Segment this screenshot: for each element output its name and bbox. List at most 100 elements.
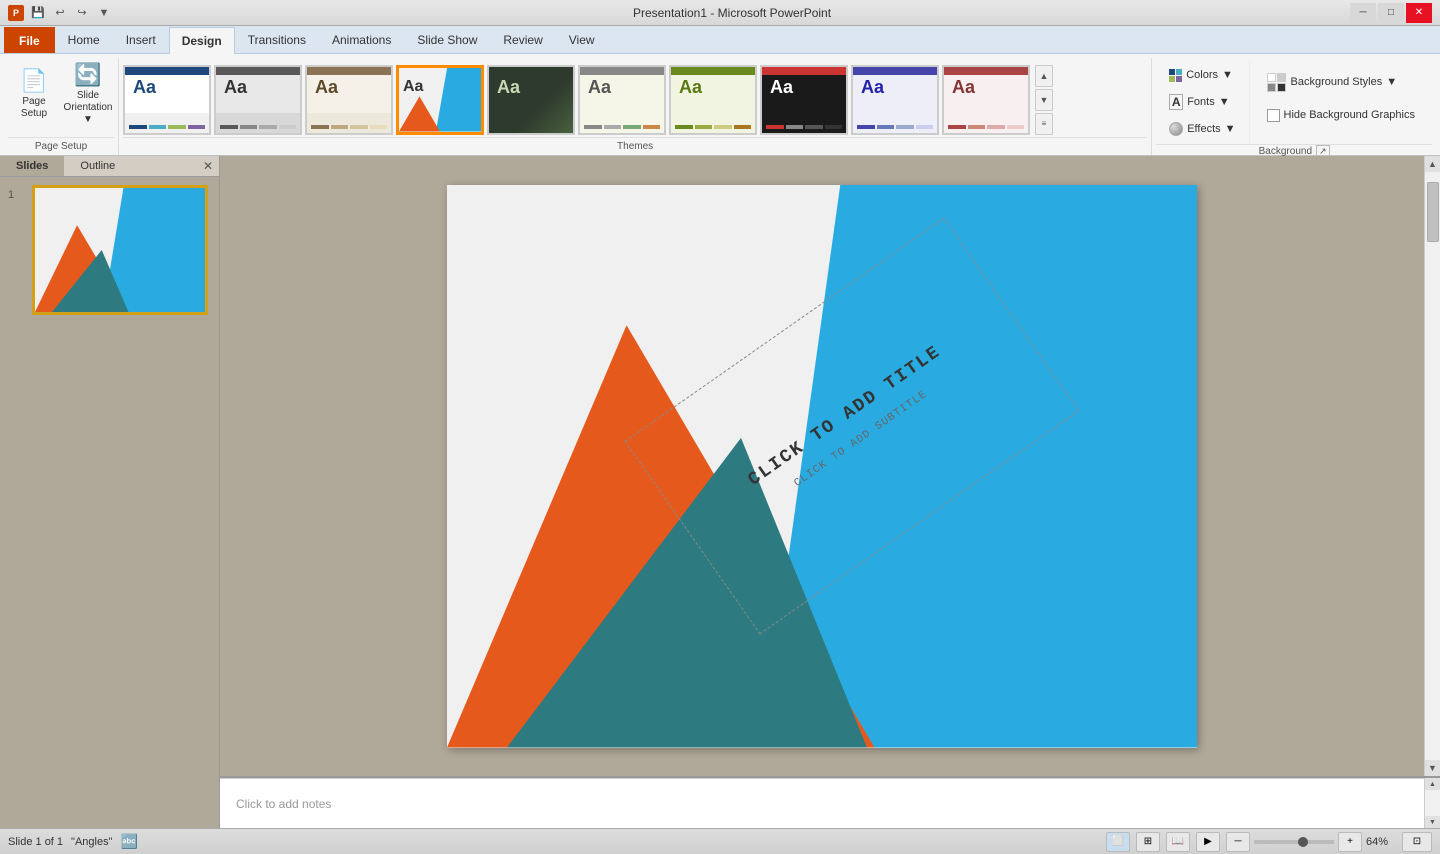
notes-container: Click to add notes ▲ ▼ <box>220 776 1440 828</box>
bg-styles-label: Background Styles <box>1291 76 1383 88</box>
window-controls: ─ □ ✕ <box>1350 3 1432 23</box>
notes-area[interactable]: Click to add notes <box>220 778 1424 828</box>
themes-group-label: Themes <box>123 137 1147 155</box>
scroll-down-button[interactable]: ▼ <box>1425 760 1440 776</box>
page-setup-button[interactable]: 📄 PageSetup <box>8 62 60 126</box>
tab-slides[interactable]: Slides <box>0 156 64 176</box>
ribbon-tabs: File Home Insert Design Transitions Anim… <box>0 26 1440 54</box>
zoom-slider[interactable] <box>1254 840 1334 844</box>
theme-item-9[interactable]: Aa <box>851 65 939 135</box>
bg-styles-dropdown-icon: ▼ <box>1386 76 1397 88</box>
slide-number-1: 1 <box>8 185 24 201</box>
theme-item-office[interactable]: Aa <box>123 65 211 135</box>
theme-item-8[interactable]: Aa <box>760 65 848 135</box>
page-setup-label: PageSetup <box>21 96 47 120</box>
app-icon: P <box>8 5 24 21</box>
theme-item-10[interactable]: Aa <box>942 65 1030 135</box>
tab-animations[interactable]: Animations <box>319 27 404 53</box>
slide-thumbnail-1[interactable] <box>32 185 208 315</box>
bg-styles-icon <box>1267 73 1287 92</box>
themes-more[interactable]: ≡ <box>1035 113 1053 135</box>
notes-scrollbar: ▲ ▼ <box>1424 778 1440 828</box>
slide-sorter-button[interactable]: ⊞ <box>1136 832 1160 852</box>
tab-view[interactable]: View <box>556 27 608 53</box>
fonts-icon: A <box>1169 94 1183 110</box>
fonts-label: Fonts <box>1187 96 1215 108</box>
effects-dropdown-icon: ▼ <box>1225 123 1236 135</box>
themes-scroll-down[interactable]: ▼ <box>1035 89 1053 111</box>
slide-thumb-container-1: 1 <box>8 185 211 315</box>
main-area: Slides Outline ✕ 1 <box>0 156 1440 828</box>
close-button[interactable]: ✕ <box>1406 3 1432 23</box>
slide-list: 1 <box>0 177 219 828</box>
theme-item-2[interactable]: Aa <box>214 65 302 135</box>
maximize-button[interactable]: □ <box>1378 3 1404 23</box>
theme-item-6[interactable]: Aa <box>578 65 666 135</box>
theme-name-status: "Angles" <box>71 836 112 848</box>
zoom-control: ─ + 64% <box>1226 832 1396 852</box>
effects-icon <box>1169 122 1183 136</box>
notes-scroll-up[interactable]: ▲ <box>1425 778 1440 790</box>
fit-to-window-button[interactable]: ⊡ <box>1402 832 1432 852</box>
minimize-button[interactable]: ─ <box>1350 3 1376 23</box>
quick-access-toolbar: 💾 ↩ ↪ ▼ <box>28 3 114 23</box>
effects-button[interactable]: Effects ▼ <box>1160 116 1244 142</box>
page-setup-icon: 📄 <box>20 68 47 94</box>
redo-button[interactable]: ↪ <box>72 3 92 23</box>
zoom-slider-thumb[interactable] <box>1298 837 1308 847</box>
customize-qa-button[interactable]: ▼ <box>94 3 114 23</box>
notes-placeholder: Click to add notes <box>236 797 331 811</box>
canvas-scroll[interactable]: CLICK TO ADD TITLE CLICK TO ADD SUBTITLE <box>220 156 1424 776</box>
slide-show-button[interactable]: ▶ <box>1196 832 1220 852</box>
ribbon-content: 📄 PageSetup 🔄 SlideOrientation ▼ Page Se… <box>0 54 1440 156</box>
slide-orientation-label: SlideOrientation ▼ <box>64 90 113 126</box>
scroll-thumb[interactable] <box>1427 182 1439 242</box>
canvas-area: CLICK TO ADD TITLE CLICK TO ADD SUBTITLE <box>220 156 1424 776</box>
page-setup-group-label: Page Setup <box>8 137 114 155</box>
save-button[interactable]: 💾 <box>28 3 48 23</box>
zoom-in-button[interactable]: + <box>1338 832 1362 852</box>
zoom-out-button[interactable]: ─ <box>1226 832 1250 852</box>
colors-dropdown-icon: ▼ <box>1222 69 1233 81</box>
tab-file[interactable]: File <box>4 27 55 53</box>
scroll-track[interactable] <box>1425 172 1440 760</box>
tab-slideshow[interactable]: Slide Show <box>404 27 490 53</box>
reading-view-button[interactable]: 📖 <box>1166 832 1190 852</box>
fonts-button[interactable]: A Fonts ▼ <box>1160 89 1244 115</box>
slide-info: Slide 1 of 1 <box>8 836 63 848</box>
theme-item-7[interactable]: Aa <box>669 65 757 135</box>
theme-item-angles[interactable]: Aa <box>396 65 484 135</box>
fonts-dropdown-icon: ▼ <box>1219 96 1230 108</box>
status-bar: Slide 1 of 1 "Angles" 🔤 ⬜ ⊞ 📖 ▶ ─ + 64% … <box>0 828 1440 854</box>
hide-bg-checkbox[interactable] <box>1267 109 1280 122</box>
right-scrollbar: ▲ ▼ <box>1424 156 1440 776</box>
tab-design[interactable]: Design <box>169 27 235 54</box>
themes-scroll-up[interactable]: ▲ <box>1035 65 1053 87</box>
slide-orientation-button[interactable]: 🔄 SlideOrientation ▼ <box>62 62 114 126</box>
scroll-up-button[interactable]: ▲ <box>1425 156 1440 172</box>
colors-button[interactable]: Colors ▼ <box>1160 62 1244 88</box>
tab-review[interactable]: Review <box>490 27 555 53</box>
notes-scroll-down[interactable]: ▼ <box>1425 816 1440 828</box>
tab-home[interactable]: Home <box>55 27 113 53</box>
background-styles-button[interactable]: Background Styles ▼ <box>1258 64 1424 100</box>
effects-label: Effects <box>1187 123 1220 135</box>
spell-check-icon[interactable]: 🔤 <box>121 833 138 850</box>
panel-close-button[interactable]: ✕ <box>197 156 219 176</box>
tab-outline[interactable]: Outline <box>64 156 131 176</box>
window-title: Presentation1 - Microsoft PowerPoint <box>633 6 831 20</box>
title-bar-left: P 💾 ↩ ↪ ▼ <box>8 3 114 23</box>
title-text[interactable]: CLICK TO ADD TITLE <box>745 342 945 491</box>
hide-background-graphics-button[interactable]: Hide Background Graphics <box>1258 102 1424 128</box>
theme-item-5[interactable]: Aa <box>487 65 575 135</box>
tab-transitions[interactable]: Transitions <box>235 27 319 53</box>
theme-item-3[interactable]: Aa <box>305 65 393 135</box>
status-right: ⬜ ⊞ 📖 ▶ ─ + 64% ⊡ <box>1106 832 1432 852</box>
slide-canvas[interactable]: CLICK TO ADD TITLE CLICK TO ADD SUBTITLE <box>447 185 1197 748</box>
zoom-level[interactable]: 64% <box>1366 836 1396 848</box>
hide-bg-label: Hide Background Graphics <box>1284 109 1415 121</box>
tab-insert[interactable]: Insert <box>113 27 169 53</box>
normal-view-button[interactable]: ⬜ <box>1106 832 1130 852</box>
undo-button[interactable]: ↩ <box>50 3 70 23</box>
colors-label: Colors <box>1186 69 1218 81</box>
